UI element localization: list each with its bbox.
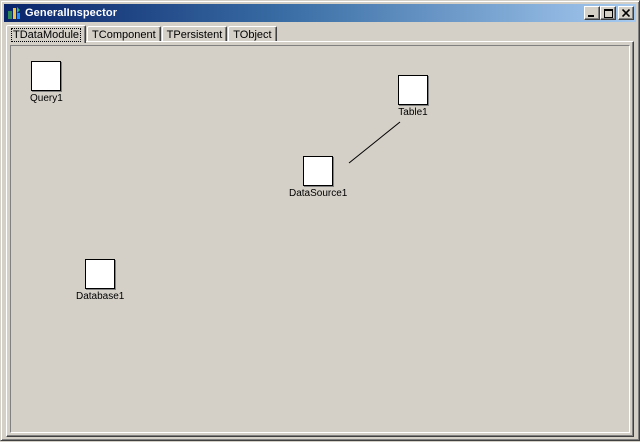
tab-strip: TDataModule TComponent TPersistent TObje… xyxy=(6,24,278,43)
maximize-button[interactable] xyxy=(600,6,616,20)
tab-label: TDataModule xyxy=(10,27,82,42)
minimize-icon xyxy=(588,15,594,17)
maximize-icon xyxy=(603,8,613,18)
window-title: GeneralInspector xyxy=(25,7,118,19)
minimize-button[interactable] xyxy=(584,6,600,20)
close-button[interactable] xyxy=(618,6,634,20)
component-datasource1[interactable]: DataSource1 xyxy=(289,156,347,199)
tab-label: TObject xyxy=(233,28,272,41)
query1-icon[interactable] xyxy=(31,61,62,91)
component-label: Database1 xyxy=(76,291,125,302)
tab-label: TComponent xyxy=(92,28,156,41)
component-query1[interactable]: Query1 xyxy=(30,61,63,104)
component-database1[interactable]: Database1 xyxy=(76,259,124,302)
tab-label: TPersistent xyxy=(166,28,223,41)
tab-tpersistent[interactable]: TPersistent xyxy=(161,26,228,42)
tab-page-tdatamodule xyxy=(6,41,634,437)
tab-tobject[interactable]: TObject xyxy=(228,26,277,42)
main-window: GeneralInspector TDataModule TComponent … xyxy=(0,0,640,441)
close-icon xyxy=(622,9,630,17)
table1-icon[interactable] xyxy=(398,75,428,105)
tab-tcomponent[interactable]: TComponent xyxy=(87,26,161,42)
tab-tdatamodule[interactable]: TDataModule xyxy=(6,25,87,43)
datasource1-icon[interactable] xyxy=(303,156,334,186)
window-controls xyxy=(584,6,634,20)
component-label: DataSource1 xyxy=(289,188,348,199)
data-module-design-area[interactable] xyxy=(10,45,630,433)
component-label: Query1 xyxy=(30,93,63,104)
component-label: Table1 xyxy=(398,107,428,118)
component-table1[interactable]: Table1 xyxy=(398,75,428,118)
app-icon[interactable] xyxy=(6,5,22,21)
title-bar[interactable]: GeneralInspector xyxy=(4,4,636,22)
database1-icon[interactable] xyxy=(85,259,116,289)
